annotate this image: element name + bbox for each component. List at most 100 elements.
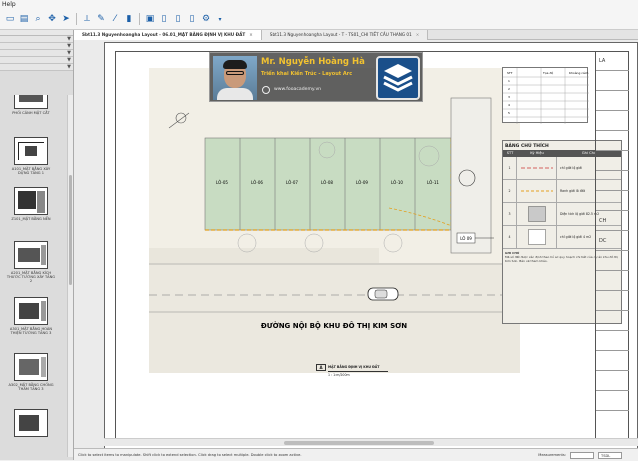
measure-icon[interactable]: ⟂: [81, 13, 93, 25]
legend-symbol: [517, 226, 557, 248]
sidebar-dropdown[interactable]: ▼: [0, 43, 73, 50]
legend-stt: 4: [503, 226, 517, 248]
sheet-caption: Z101_MẶT BẰNG NỀN: [11, 217, 51, 221]
sheet-thumbnail[interactable]: Z101_MẶT BẰNG NỀN: [6, 187, 56, 221]
highlighter-icon[interactable]: ▮: [123, 13, 135, 25]
new-file-icon[interactable]: ▭: [4, 13, 16, 25]
svg-text:LÔ-11: LÔ-11: [427, 180, 439, 185]
page-icon[interactable]: ▯: [158, 13, 170, 25]
sheet-thumbnail[interactable]: A101_MẶT BẰNG XÂY DỰNG TẦNG 1: [6, 137, 56, 175]
title-block-cell: [596, 391, 629, 411]
tab-label: Sbt11.3 Nguyenhoangha Layout - 06.01_MẶT…: [82, 32, 246, 37]
svg-text:3: 3: [508, 95, 510, 99]
view-number: A: [316, 364, 326, 371]
sheet-thumbnail[interactable]: [6, 409, 56, 439]
view-title-underline: [328, 371, 388, 372]
sidebar-dropdown[interactable]: ▼: [0, 36, 73, 43]
title-block-cell: [596, 191, 629, 211]
tab-stair-detail[interactable]: Sbt11.3 Nguyenhoangha Layout - T - TS01_…: [261, 30, 429, 40]
tab-layout-site-plan[interactable]: Sbt11.3 Nguyenhoangha Layout - 06.01_MẶT…: [74, 30, 262, 40]
measurements-field[interactable]: [570, 451, 594, 459]
legend-symbol: [517, 157, 557, 179]
status-hint: Click to select items to manipulate. Shi…: [78, 453, 302, 457]
status-bar: Click to select items to manipulate. Shi…: [74, 448, 638, 460]
sheet-caption: A101_MẶT BẰNG XÂY DỰNG TẦNG 1: [11, 167, 51, 175]
sheet-caption: A301_MẶT BẰNG HOÀN THIỆN TƯỜNG TẦNG 3: [9, 327, 53, 335]
sheet-caption: A201_MẶT BẰNG KÍCH THƯỚC TƯỜNG XÂY TẦNG …: [6, 271, 56, 283]
gear-icon[interactable]: ⚙: [200, 13, 212, 25]
logo: [376, 56, 420, 100]
svg-text:LÔ-09: LÔ-09: [356, 180, 368, 185]
sheet-thumbnail-list: PHỐI CẢNH MẶT CẮT A101_MẶT BẰNG XÂY DỰNG…: [0, 95, 68, 457]
scrollbar-thumb[interactable]: [284, 441, 434, 445]
close-icon[interactable]: ×: [249, 32, 253, 37]
eyedropper-icon[interactable]: ⁄: [109, 13, 121, 25]
sheet-thumbnail[interactable]: A301_MẶT BẰNG HOÀN THIỆN TƯỜNG TẦNG 3: [6, 297, 56, 335]
toolbar-divider: [139, 13, 140, 25]
chevron-down-icon: ▼: [67, 43, 71, 49]
sidebar-scrollbar[interactable]: [67, 95, 73, 457]
measurements-label: Measurements:: [538, 453, 566, 457]
chevron-down-icon: ▼: [67, 36, 71, 42]
page-add-icon[interactable]: ▯: [172, 13, 184, 25]
sheet-caption: PHỐI CẢNH MẶT CẮT: [12, 111, 50, 115]
title-block-cell: [596, 71, 629, 91]
svg-text:Khoảng cách: Khoảng cách: [569, 71, 588, 75]
units-field[interactable]: TSDL: [598, 451, 622, 459]
avatar: [213, 56, 257, 100]
svg-text:LÔ-10: LÔ-10: [391, 180, 403, 185]
title-block-cell: [596, 171, 629, 191]
pen-icon[interactable]: ✎: [95, 13, 107, 25]
view-scale: 1 : 1:m/200m: [328, 373, 350, 377]
title-block-cell: CH: [596, 211, 629, 231]
sheet-preview: [14, 409, 48, 437]
sidebar-dropdown[interactable]: ▼: [0, 50, 73, 57]
svg-text:2: 2: [508, 87, 510, 91]
document-tabs: Sbt11.3 Nguyenhoangha Layout - 06.01_MẶT…: [74, 30, 638, 40]
site-plan-drawing: LÔ 09 LÔ-05 LÔ-06 LÔ-07 LÔ-08 LÔ-09 LÔ-1…: [149, 68, 520, 373]
sheet-thumbnail[interactable]: PHỐI CẢNH MẶT CẮT: [6, 95, 56, 115]
menu-help[interactable]: Help: [2, 1, 16, 8]
sheet-caption: A302_MẶT BẰNG CHỐNG THẤM TẦNG 3: [8, 383, 54, 391]
svg-text:4: 4: [508, 103, 510, 107]
svg-text:LÔ-07: LÔ-07: [286, 180, 298, 185]
title-block-cell: [596, 131, 629, 151]
horizontal-scrollbar[interactable]: [104, 438, 638, 446]
sidewalk: [149, 248, 379, 263]
close-icon[interactable]: ×: [416, 32, 420, 37]
sheet-thumbnail[interactable]: A201_MẶT BẰNG KÍCH THƯỚC TƯỜNG XÂY TẦNG …: [6, 241, 56, 283]
svg-text:STT: STT: [507, 71, 513, 75]
legend-stt: 3: [503, 203, 517, 225]
svg-text:5: 5: [508, 111, 510, 115]
pan-icon[interactable]: ✥: [46, 13, 58, 25]
sheet-sidebar: ▼ ▼ ▼ ▼ ▼ PHỐI CẢNH MẶT CẮT A101_MẶT BẰN…: [0, 30, 74, 460]
svg-text:1: 1: [508, 79, 510, 83]
legend-symbol: [517, 180, 557, 202]
coordinates-table-grid: STT Tọa độ Khoảng cách 1 2 3 4 5: [503, 68, 589, 124]
sheet-preview: [14, 95, 48, 109]
tab-label: Sbt11.3 Nguyenhoangha Layout - T - TS01_…: [269, 32, 412, 37]
fit-page-icon[interactable]: ▣: [144, 13, 156, 25]
zoom-icon[interactable]: ⌕: [32, 13, 44, 25]
corner-lot: [450, 97, 492, 254]
select-arrow-icon[interactable]: ➤: [60, 13, 72, 25]
chevron-down-icon: ▼: [67, 57, 71, 63]
sidebar-dropdown[interactable]: ▼: [0, 64, 73, 71]
open-folder-icon[interactable]: ▤: [18, 13, 30, 25]
chevron-down-icon: ▼: [67, 64, 71, 70]
coordinates-table: STT Tọa độ Khoảng cách 1 2 3 4 5: [502, 67, 589, 124]
sheet-thumbnail[interactable]: A302_MẶT BẰNG CHỐNG THẤM TẦNG 3: [6, 353, 56, 391]
toolbar-divider: [76, 13, 77, 25]
svg-text:LÔ-06: LÔ-06: [251, 180, 263, 185]
chevron-down-icon: ▼: [67, 50, 71, 56]
legend-header-symbol: Ký Hiệu: [530, 151, 544, 155]
globe-icon: [262, 86, 270, 94]
title-block-cell: [596, 291, 629, 311]
sidebar-dropdown[interactable]: ▼: [0, 57, 73, 64]
page-remove-icon[interactable]: ▯: [186, 13, 198, 25]
sheet-preview: [14, 187, 48, 215]
chevron-down-icon[interactable]: ▾: [214, 13, 226, 25]
site-plan-viewport[interactable]: LÔ 09 LÔ-05 LÔ-06 LÔ-07 LÔ-08 LÔ-09 LÔ-1…: [149, 68, 520, 373]
layout-canvas[interactable]: LÔ 09 LÔ-05 LÔ-06 LÔ-07 LÔ-08 LÔ-09 LÔ-1…: [74, 40, 638, 448]
scrollbar-thumb[interactable]: [69, 175, 72, 285]
